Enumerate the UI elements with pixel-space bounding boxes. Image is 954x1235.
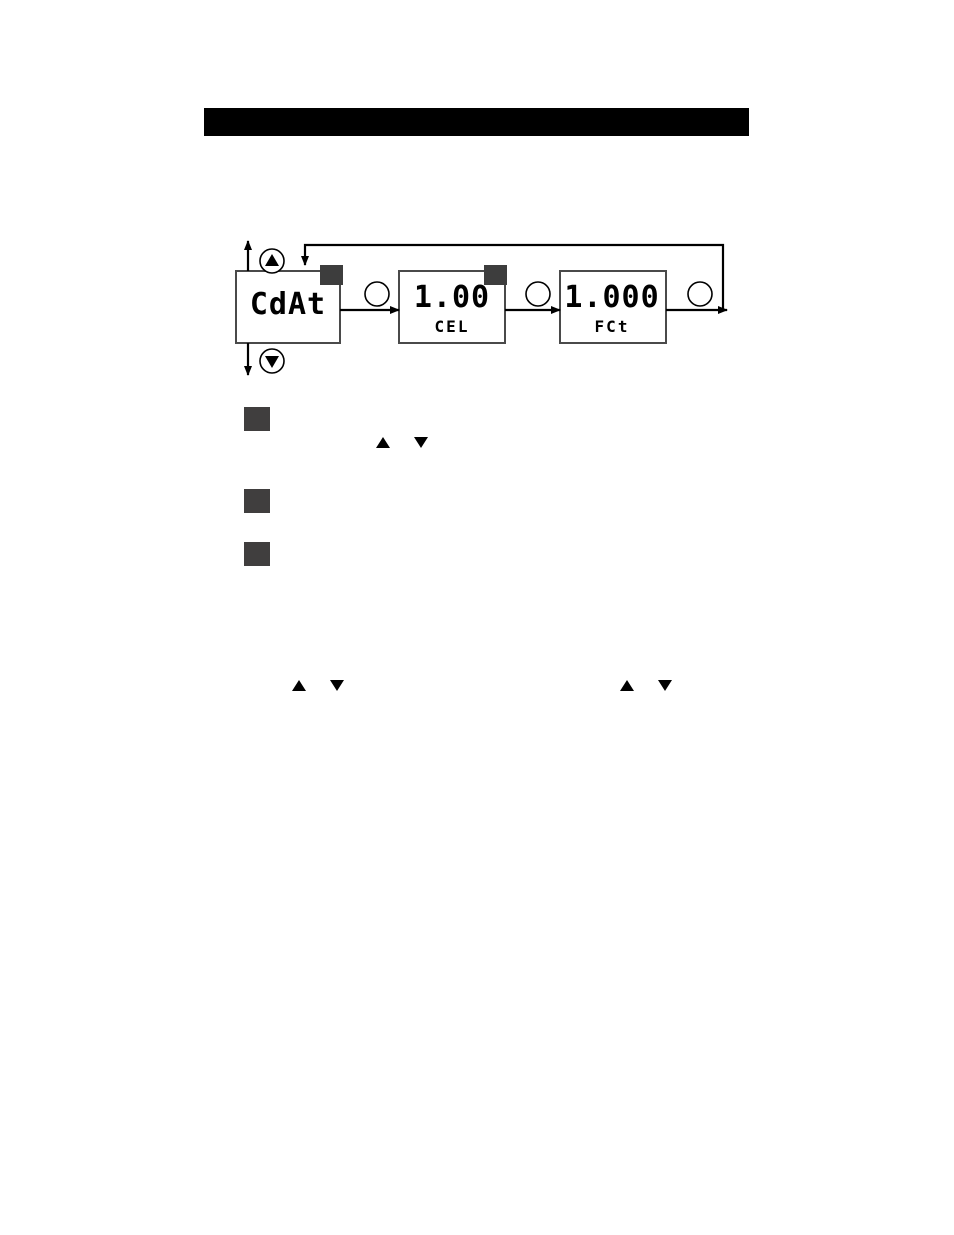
nav-glyph-pair-b bbox=[292, 680, 344, 691]
legend-marker-3 bbox=[244, 542, 270, 566]
down-triangle-icon bbox=[658, 680, 672, 691]
nav-glyph-pair-a bbox=[376, 437, 428, 448]
glyph-spacer bbox=[634, 685, 658, 686]
legend-marker-1 bbox=[244, 407, 270, 431]
down-triangle-icon bbox=[414, 437, 428, 448]
down-triangle-icon bbox=[330, 680, 344, 691]
legend-marker-2 bbox=[244, 489, 270, 513]
up-triangle-icon bbox=[292, 680, 306, 691]
up-triangle-icon bbox=[376, 437, 390, 448]
up-triangle-icon bbox=[620, 680, 634, 691]
legend-block bbox=[0, 0, 954, 720]
glyph-spacer bbox=[390, 442, 414, 443]
glyph-spacer bbox=[306, 685, 330, 686]
nav-glyph-pair-c bbox=[620, 680, 672, 691]
